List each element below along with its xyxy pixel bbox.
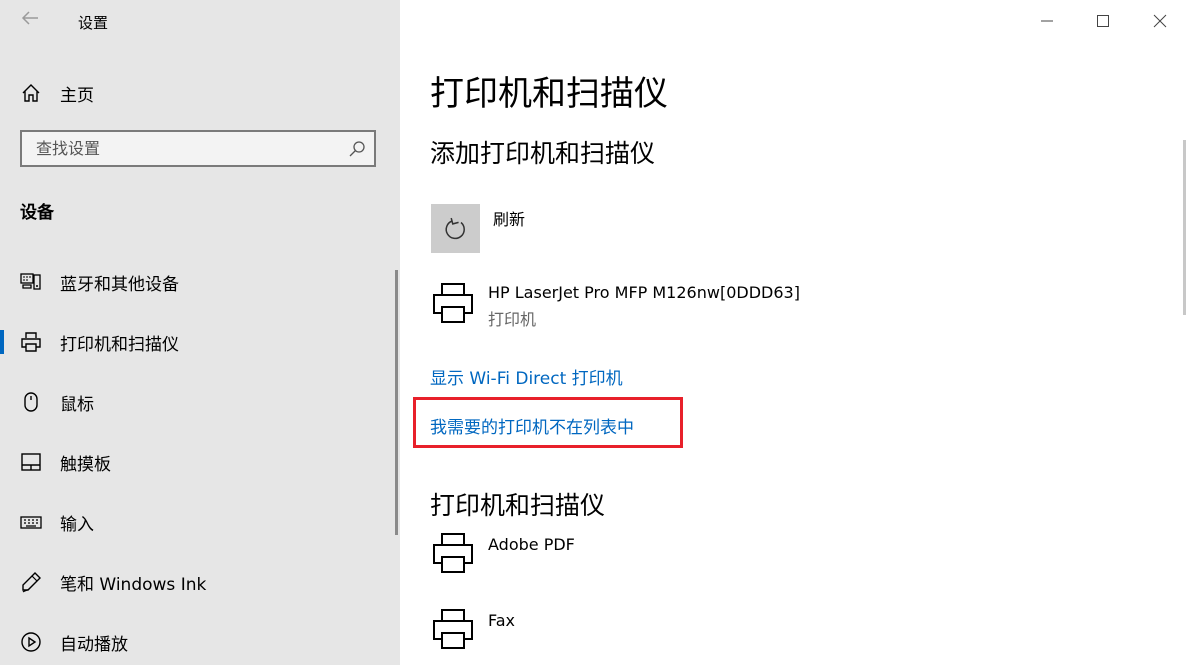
found-printer-type: 打印机	[488, 310, 537, 329]
sidebar-item-label: 输入	[60, 514, 94, 535]
sidebar-item-label: 笔和 Windows Ink	[60, 574, 207, 595]
pen-icon	[22, 572, 41, 593]
autoplay-icon	[21, 632, 41, 652]
search-box[interactable]	[20, 130, 376, 167]
home-icon	[22, 84, 40, 102]
device-name[interactable]: Fax	[488, 611, 515, 630]
refresh-icon	[445, 217, 465, 240]
sidebar-nav: 蓝牙和其他设备 打印机和扫描仪 鼠标 触摸板 输入 笔和 Windows Ink…	[0, 252, 400, 672]
list-section-title: 打印机和扫描仪	[430, 491, 606, 520]
printer-not-listed-link[interactable]: 我需要的打印机不在列表中	[430, 413, 634, 438]
main-pane: 打印机和扫描仪 添加打印机和扫描仪 刷新 HP LaserJet Pro MFP…	[400, 0, 1190, 665]
found-printer-name[interactable]: HP LaserJet Pro MFP M126nw[0DDD63]	[488, 283, 800, 302]
search-input[interactable]	[22, 132, 342, 165]
printer-icon[interactable]	[432, 607, 474, 651]
sidebar-item-pen[interactable]: 笔和 Windows Ink	[0, 552, 400, 612]
sidebar-item-mouse[interactable]: 鼠标	[0, 372, 400, 432]
touchpad-icon	[21, 453, 41, 471]
sidebar-item-label: 自动播放	[60, 634, 128, 655]
mouse-icon	[24, 392, 38, 412]
home-label: 主页	[60, 85, 94, 106]
close-button[interactable]	[1145, 8, 1175, 34]
refresh-label[interactable]: 刷新	[493, 206, 525, 230]
sidebar-scrollbar[interactable]	[395, 270, 398, 535]
printer-icon[interactable]	[432, 281, 474, 325]
sidebar-item-autoplay[interactable]: 自动播放	[0, 612, 400, 672]
printer-icon	[21, 332, 41, 352]
search-icon[interactable]	[348, 140, 366, 158]
sidebar-item-label: 鼠标	[60, 394, 94, 415]
sidebar-item-home[interactable]: 主页	[20, 80, 94, 106]
main-scrollbar[interactable]	[1183, 140, 1186, 315]
show-wifi-direct-link[interactable]: 显示 Wi-Fi Direct 打印机	[430, 364, 623, 389]
printer-icon[interactable]	[432, 531, 474, 575]
sidebar-item-touchpad[interactable]: 触摸板	[0, 432, 400, 492]
page-title: 打印机和扫描仪	[430, 74, 668, 114]
sidebar-item-label: 打印机和扫描仪	[60, 334, 179, 355]
minimize-icon	[1041, 20, 1053, 22]
sidebar-item-typing[interactable]: 输入	[0, 492, 400, 552]
back-arrow-icon[interactable]	[18, 10, 42, 32]
sidebar: 设置 主页 设备 蓝牙和其他设备 打印机	[0, 0, 400, 665]
sidebar-item-bluetooth[interactable]: 蓝牙和其他设备	[0, 252, 400, 312]
maximize-button[interactable]	[1088, 8, 1118, 34]
section-title: 设备	[20, 203, 54, 223]
app-title: 设置	[78, 14, 109, 32]
minimize-button[interactable]	[1032, 8, 1062, 34]
sidebar-item-label: 触摸板	[60, 454, 111, 475]
sidebar-item-printers[interactable]: 打印机和扫描仪	[0, 312, 400, 372]
close-icon	[1153, 14, 1167, 28]
device-name[interactable]: Adobe PDF	[488, 535, 575, 554]
sidebar-item-label: 蓝牙和其他设备	[60, 274, 179, 295]
keyboard-icon	[20, 516, 42, 529]
bluetooth-devices-icon	[20, 273, 41, 290]
add-section-title: 添加打印机和扫描仪	[430, 139, 656, 168]
maximize-icon	[1097, 15, 1109, 27]
refresh-button[interactable]	[431, 204, 480, 253]
